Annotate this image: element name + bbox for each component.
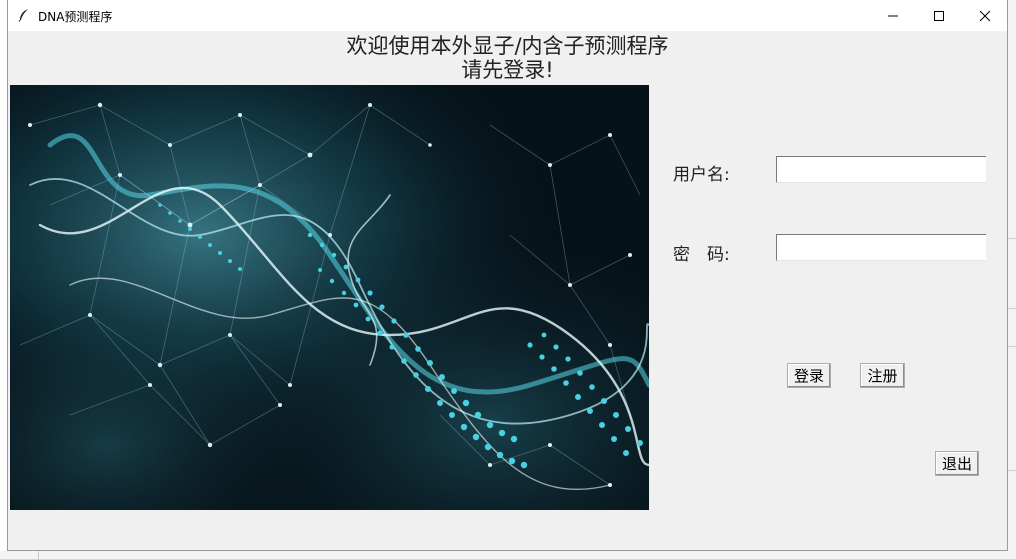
background-divider: [1008, 238, 1016, 239]
desktop-background: [1008, 0, 1016, 559]
minimize-button[interactable]: [870, 0, 916, 31]
background-divider: [1008, 346, 1016, 347]
username-input[interactable]: [776, 156, 986, 183]
feather-icon: [18, 9, 28, 22]
exit-button[interactable]: 退出: [935, 451, 979, 476]
dna-helix-image: [10, 85, 649, 510]
close-icon: [979, 10, 991, 21]
window-title: DNA预测程序: [38, 10, 113, 24]
welcome-heading: 欢迎使用本外显子/内含子预测程序: [346, 34, 669, 58]
password-input[interactable]: [776, 234, 986, 261]
username-label: 用户名:: [673, 165, 730, 185]
title-bar[interactable]: DNA预测程序: [8, 0, 1007, 31]
desktop-background-bottom: [0, 551, 1016, 559]
background-divider: [1008, 470, 1016, 471]
register-button[interactable]: 注册: [860, 363, 905, 388]
login-prompt: 请先登录!: [461, 58, 554, 82]
login-button[interactable]: 登录: [787, 363, 831, 388]
dna-helix-illustration: [10, 85, 649, 510]
minimize-icon: [888, 15, 898, 16]
app-window: DNA预测程序 欢迎使用本外显子/内含子预测程序 请先登录! 用户名: 密 码:…: [7, 0, 1008, 551]
background-divider: [1008, 308, 1016, 309]
close-button[interactable]: [962, 0, 1007, 31]
password-label: 密 码:: [673, 245, 730, 265]
background-divider: [38, 551, 39, 559]
maximize-icon: [934, 10, 944, 21]
maximize-button[interactable]: [916, 0, 962, 31]
